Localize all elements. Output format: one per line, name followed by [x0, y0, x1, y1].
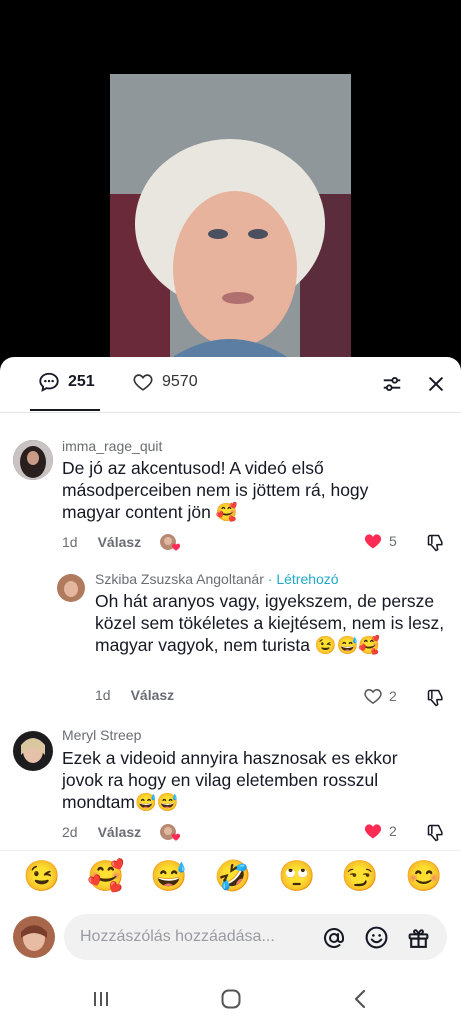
heart-outline-icon [364, 688, 382, 704]
recent-apps-icon[interactable] [91, 989, 111, 1009]
avatar[interactable] [13, 731, 53, 771]
back-icon[interactable] [350, 988, 370, 1010]
heart-outline-icon [133, 374, 153, 391]
comment-age: 1d [62, 534, 78, 550]
dislike-icon[interactable] [426, 533, 446, 553]
comment-input[interactable] [80, 914, 310, 960]
comment-composer [0, 906, 461, 966]
my-avatar[interactable] [13, 916, 55, 958]
comment-meta: 2d Válasz [62, 822, 181, 842]
comment-text: De jó az akcentusod! A videó első másodp… [62, 458, 369, 522]
comment-like-button[interactable]: 2 [363, 821, 397, 841]
filter-sliders-icon[interactable] [381, 373, 403, 395]
active-tab-indicator [30, 409, 100, 411]
comment-like-count: 2 [389, 688, 397, 704]
avatar-image [13, 731, 53, 771]
creator-liked-badge [159, 532, 181, 552]
reply-button[interactable]: Válasz [131, 687, 175, 703]
video-player[interactable] [0, 0, 461, 380]
heart-filled-icon [364, 824, 382, 839]
avatar-image [13, 916, 55, 958]
comments-header: 251 9570 [0, 357, 461, 413]
comment-username-text[interactable]: Szkiba Zsuzska Angoltanár [95, 571, 264, 587]
emoji-quick-bar: 😉 🥰 😅 🤣 🙄 😏 😊 [0, 850, 461, 902]
home-icon[interactable] [220, 988, 242, 1010]
avatar[interactable] [57, 574, 85, 602]
comment-like-button[interactable]: 5 [363, 531, 397, 551]
comments-sheet: 251 9570 imma_rage_quit De jó az akcentu… [0, 357, 461, 1024]
mention-icon[interactable] [322, 926, 346, 950]
comment-bubble-icon [39, 372, 59, 392]
video-still-image [110, 74, 351, 374]
comment-meta: 1d Válasz [62, 532, 181, 552]
comment-age: 1d [95, 687, 111, 703]
comment-username[interactable]: imma_rage_quit [62, 438, 162, 454]
emoji-blush-button[interactable]: 😊 [405, 859, 442, 895]
likes-count: 9570 [162, 373, 198, 390]
reply-button[interactable]: Válasz [98, 534, 142, 550]
comment-input-container [64, 914, 447, 960]
heart-filled-icon [364, 534, 382, 549]
emoji-rofl-button[interactable]: 🤣 [214, 859, 251, 895]
avatar-image [57, 574, 85, 602]
comment-like-count: 5 [389, 533, 397, 549]
dislike-icon[interactable] [426, 823, 446, 843]
comment-like-button[interactable]: 2 [363, 686, 397, 706]
comments-count: 251 [68, 373, 95, 390]
comment-username: Szkiba Zsuzska Angoltanár · Létrehozó [95, 571, 339, 587]
comment-age: 2d [62, 824, 78, 840]
avatar-image [13, 440, 53, 480]
emoji-eye-roll-button[interactable]: 🙄 [278, 859, 315, 895]
tab-comments[interactable]: 251 [38, 371, 95, 393]
reply-button[interactable]: Válasz [98, 824, 142, 840]
heart-icon [172, 543, 181, 551]
gift-icon[interactable] [406, 925, 431, 950]
comment-username[interactable]: Meryl Streep [62, 727, 141, 743]
emoji-wink-button[interactable]: 😉 [23, 859, 60, 895]
dislike-icon[interactable] [426, 688, 446, 708]
comment-text: Ezek a videoid annyira hasznosak es ekko… [62, 748, 398, 812]
creator-label: · Létrehozó [267, 571, 339, 587]
emoji-picker-icon[interactable] [364, 925, 389, 950]
emoji-sweat-smile-button[interactable]: 😅 [150, 859, 187, 895]
comment-meta: 1d Válasz [95, 687, 174, 703]
comment-text: Oh hát aranyos vagy, igyekszem, de persz… [95, 591, 445, 655]
close-icon[interactable] [426, 374, 446, 394]
creator-liked-badge [159, 822, 181, 842]
emoji-smirk-button[interactable]: 😏 [341, 859, 378, 895]
tab-likes[interactable]: 9570 [132, 371, 198, 393]
emoji-love-button[interactable]: 🥰 [87, 859, 124, 895]
video-frame[interactable] [110, 74, 351, 374]
heart-icon [172, 833, 181, 841]
avatar[interactable] [13, 440, 53, 480]
system-nav-bar [0, 975, 461, 1024]
comment-like-count: 2 [389, 823, 397, 839]
